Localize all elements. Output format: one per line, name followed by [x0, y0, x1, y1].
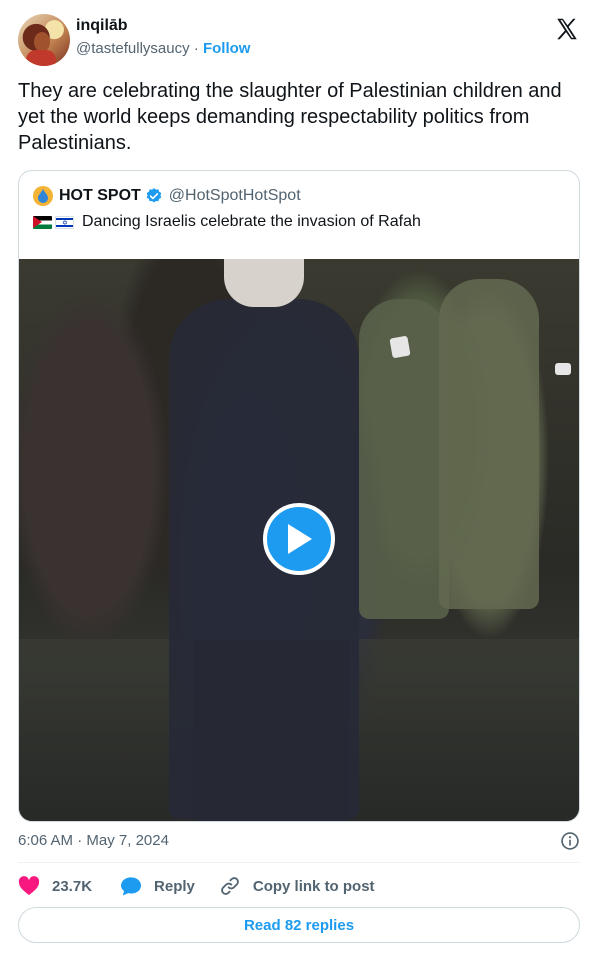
reply-bubble-icon	[121, 877, 142, 896]
play-icon	[288, 524, 312, 554]
quoted-tweet-card[interactable]: HOT SPOT @HotSpotHotSpot ✡ Dancing Israe…	[18, 170, 580, 822]
follow-button[interactable]: Follow	[203, 40, 251, 57]
reply-label: Reply	[154, 877, 195, 895]
avatar-shirt	[26, 50, 56, 66]
video-scene-figure	[439, 279, 539, 609]
video-scene-detail	[389, 335, 411, 359]
quoted-tweet-header: HOT SPOT @HotSpotHotSpot	[33, 185, 301, 207]
quoted-author-handle[interactable]: @HotSpotHotSpot	[169, 187, 301, 205]
like-count: 23.7K	[52, 877, 93, 895]
video-player[interactable]	[19, 259, 579, 821]
x-logo-icon[interactable]	[554, 16, 580, 42]
info-icon[interactable]	[560, 831, 580, 851]
reply-button[interactable]: Reply	[120, 876, 195, 896]
author-names: inqilāb @tastefullysaucy · Follow	[76, 16, 250, 60]
author-avatar[interactable]	[18, 14, 70, 66]
video-scene-detail	[224, 259, 304, 307]
tweet-actions: 23.7K Reply Copy link to post	[18, 874, 375, 898]
quoted-author-name[interactable]: HOT SPOT	[59, 187, 141, 205]
read-replies-button[interactable]: Read 82 replies	[18, 907, 580, 943]
author-display-name[interactable]: inqilāb	[76, 16, 250, 36]
avatar-face	[34, 32, 50, 52]
divider	[18, 862, 580, 863]
tweet-meta: 6:06 AM · May 7, 2024	[18, 830, 580, 852]
link-icon	[221, 877, 239, 895]
tweet-text: They are celebrating the slaughter of Pa…	[18, 80, 562, 154]
author-handle-row: @tastefullysaucy · Follow	[76, 38, 250, 60]
copy-link-button[interactable]: Copy link to post	[219, 875, 375, 897]
tweet-date: May 7, 2024	[86, 832, 169, 849]
quoted-author-avatar[interactable]	[33, 186, 53, 206]
like-button[interactable]: 23.7K	[18, 876, 92, 896]
palestine-flag-icon	[33, 215, 52, 229]
play-button[interactable]	[263, 503, 335, 575]
video-scene-detail	[555, 363, 571, 375]
tweet-timestamp[interactable]: 6:06 AM · May 7, 2024	[18, 832, 169, 849]
meta-separator: ·	[73, 832, 87, 849]
handle-separator: ·	[189, 40, 203, 57]
copy-link-label: Copy link to post	[252, 877, 375, 895]
heart-icon	[18, 876, 40, 896]
verified-badge-icon	[146, 188, 162, 203]
tweet-time: 6:06 AM	[18, 832, 74, 849]
drop-icon	[38, 189, 48, 203]
author-handle[interactable]: @tastefullysaucy	[76, 40, 190, 57]
video-scene-figure	[194, 639, 349, 821]
israel-flag-icon: ✡	[55, 215, 74, 229]
tweet-header: inqilāb @tastefullysaucy · Follow	[18, 14, 580, 68]
quoted-tweet-text: Dancing Israelis celebrate the invasion …	[82, 213, 421, 230]
quoted-tweet-text-row: ✡ Dancing Israelis celebrate the invasio…	[33, 211, 421, 233]
